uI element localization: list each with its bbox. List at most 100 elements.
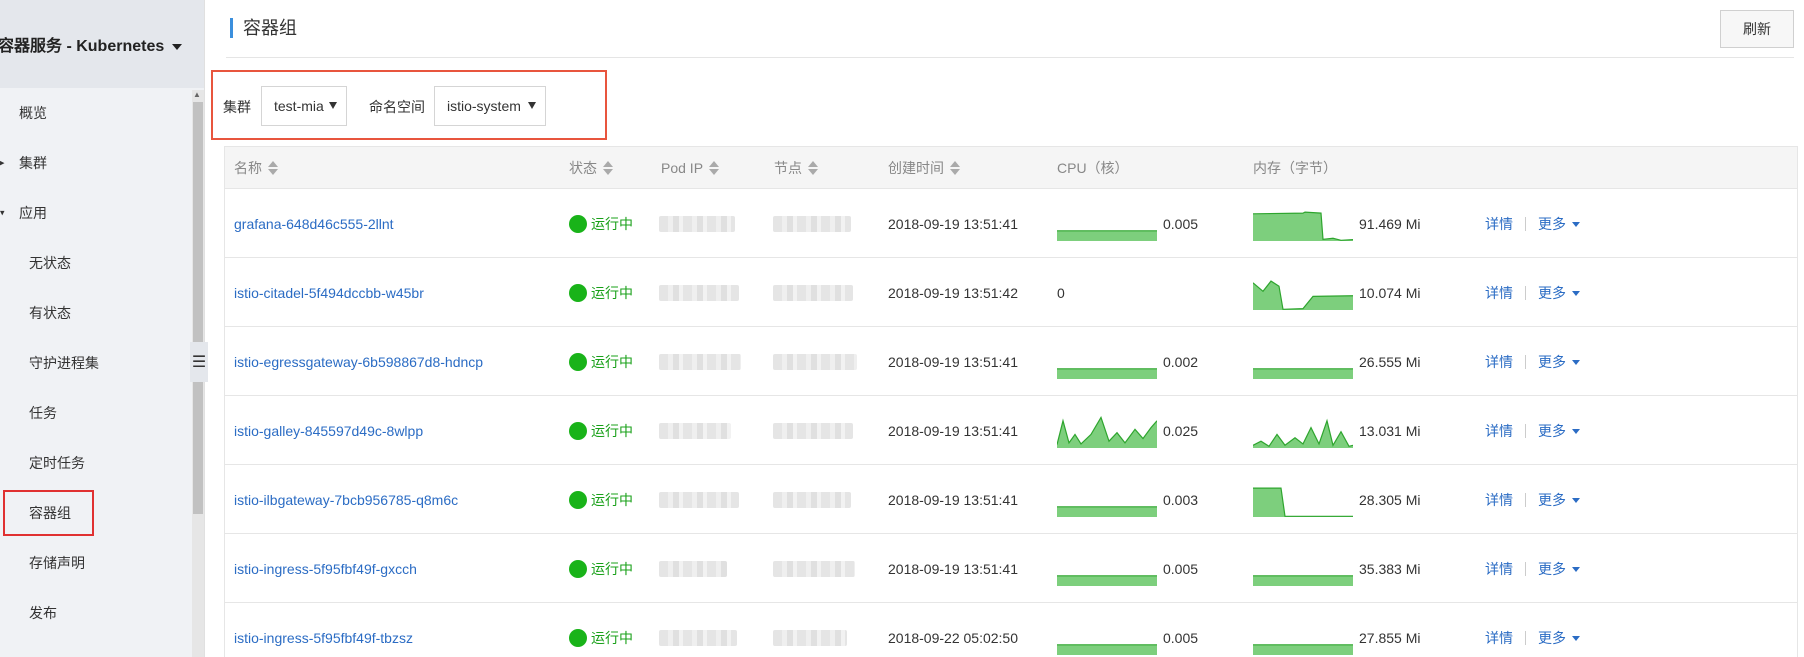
col-created[interactable]: 创建时间 bbox=[888, 147, 960, 189]
memory-cell: 27.855 Mi bbox=[1253, 603, 1420, 657]
detail-link[interactable]: 详情 bbox=[1485, 559, 1513, 579]
sidebar-item[interactable]: 无状态 bbox=[0, 238, 204, 288]
sidebar-item[interactable]: 概览 bbox=[0, 88, 204, 138]
scroll-thumb[interactable] bbox=[193, 102, 203, 514]
sort-icon[interactable] bbox=[268, 160, 278, 175]
detail-link[interactable]: 详情 bbox=[1485, 490, 1513, 510]
cpu-value: 0.005 bbox=[1163, 560, 1199, 577]
pod-ip-cell bbox=[659, 534, 727, 603]
status-running-icon bbox=[569, 628, 587, 647]
pod-ip-cell bbox=[659, 327, 741, 396]
more-menu[interactable]: 更多 bbox=[1538, 283, 1580, 303]
detail-link[interactable]: 详情 bbox=[1485, 283, 1513, 303]
main-content: 容器组 刷新 集群 test-mia 命名空间 istio-system 名称 … bbox=[206, 0, 1804, 657]
more-menu[interactable]: 更多 bbox=[1538, 421, 1580, 441]
col-node[interactable]: 节点 bbox=[774, 147, 818, 189]
pod-name-link[interactable]: istio-citadel-5f494dccbb-w45br bbox=[234, 285, 424, 301]
detail-link[interactable]: 详情 bbox=[1485, 421, 1513, 441]
table-row: istio-egressgateway-6b598867d8-hdncp 运行中 2… bbox=[225, 327, 1797, 396]
sidebar-item[interactable]: 发布 bbox=[0, 588, 204, 638]
more-menu[interactable]: 更多 bbox=[1538, 214, 1580, 234]
memory-value: 10.074 Mi bbox=[1359, 284, 1421, 301]
memory-cell: 10.074 Mi bbox=[1253, 258, 1420, 327]
more-label: 更多 bbox=[1538, 215, 1566, 232]
cpu-cell: 0.005 bbox=[1057, 534, 1198, 603]
sidebar-item-label: 应用 bbox=[19, 205, 47, 221]
status-running-icon bbox=[569, 490, 587, 509]
sort-icon[interactable] bbox=[709, 160, 720, 175]
detail-link[interactable]: 详情 bbox=[1485, 214, 1513, 234]
chevron-down-icon bbox=[1572, 429, 1580, 435]
sparkline-area bbox=[1253, 575, 1353, 586]
more-menu[interactable]: 更多 bbox=[1538, 628, 1580, 648]
pod-name-cell: grafana-648d46c555-2llnt bbox=[234, 189, 394, 258]
more-menu[interactable]: 更多 bbox=[1538, 490, 1580, 510]
product-switcher[interactable]: 容器服务 - Kubernetes bbox=[0, 32, 183, 56]
sidebar-item-label: 发布 bbox=[29, 605, 57, 621]
sidebar-item[interactable]: 守护进程集 bbox=[0, 338, 204, 388]
sort-icon[interactable] bbox=[950, 160, 960, 175]
action-divider bbox=[1525, 285, 1526, 300]
action-divider bbox=[1525, 492, 1526, 507]
status-text: 运行中 bbox=[591, 491, 633, 508]
pod-name-link[interactable]: istio-egressgateway-6b598867d8-hdncp bbox=[234, 354, 483, 370]
col-status[interactable]: 状态 bbox=[569, 147, 613, 189]
sort-icon[interactable] bbox=[808, 160, 818, 175]
namespace-select[interactable]: istio-system bbox=[434, 86, 546, 126]
more-menu[interactable]: 更多 bbox=[1538, 352, 1580, 372]
sidebar-item[interactable]: 容器组 bbox=[0, 488, 204, 538]
status-cell: 运行中 bbox=[569, 258, 633, 327]
cluster-select[interactable]: test-mia bbox=[261, 86, 347, 126]
created-time-cell: 2018-09-19 13:51:42 bbox=[888, 284, 1018, 301]
more-menu[interactable]: 更多 bbox=[1538, 559, 1580, 579]
sidebar-header[interactable]: 容器服务 - Kubernetes bbox=[0, 0, 204, 88]
status-running-icon bbox=[569, 214, 587, 233]
sort-icon[interactable] bbox=[603, 160, 613, 175]
redacted-node bbox=[773, 284, 853, 301]
table-row: istio-ingress-5f95fbf49f-gxcch 运行中 2018-09… bbox=[225, 534, 1797, 603]
pod-name-link[interactable]: istio-ilbgateway-7bcb956785-q8m6c bbox=[234, 492, 458, 508]
redacted-pod-ip bbox=[659, 491, 739, 508]
pod-name-cell: istio-ilbgateway-7bcb956785-q8m6c bbox=[234, 465, 458, 534]
memory-cell: 91.469 Mi bbox=[1253, 189, 1420, 258]
pod-name-link[interactable]: istio-galley-845597d49c-8wlpp bbox=[234, 423, 423, 439]
node-cell bbox=[773, 189, 851, 258]
pod-name-link[interactable]: istio-ingress-5f95fbf49f-gxcch bbox=[234, 561, 417, 577]
detail-link[interactable]: 详情 bbox=[1485, 352, 1513, 372]
memory-value: 27.855 Mi bbox=[1359, 629, 1421, 646]
sparkline-area bbox=[1057, 368, 1157, 379]
table-row: grafana-648d46c555-2llnt 运行中 2018-09-19 13… bbox=[225, 189, 1797, 258]
col-pod-ip[interactable]: Pod IP bbox=[661, 147, 720, 189]
status-cell: 运行中 bbox=[569, 465, 633, 534]
detail-link[interactable]: 详情 bbox=[1485, 628, 1513, 648]
action-divider bbox=[1525, 423, 1526, 438]
namespace-label: 命名空间 bbox=[369, 99, 425, 115]
sidebar-item[interactable]: ▸ 集群 bbox=[0, 138, 204, 188]
actions-cell: 详情 更多 bbox=[1485, 396, 1580, 465]
pod-name-link[interactable]: grafana-648d46c555-2llnt bbox=[234, 216, 394, 232]
redacted-node bbox=[773, 491, 851, 508]
more-label: 更多 bbox=[1538, 629, 1566, 646]
memory-cell: 13.031 Mi bbox=[1253, 396, 1420, 465]
cpu-value: 0.003 bbox=[1163, 491, 1199, 508]
sidebar-item[interactable]: ▾ 应用 bbox=[0, 188, 204, 238]
created-time-cell: 2018-09-19 13:51:41 bbox=[888, 353, 1018, 370]
memory-cell: 28.305 Mi bbox=[1253, 465, 1420, 534]
pod-ip-cell bbox=[659, 603, 737, 657]
sidebar-item[interactable]: 任务 bbox=[0, 388, 204, 438]
pod-ip-cell bbox=[659, 258, 739, 327]
status-cell: 运行中 bbox=[569, 534, 633, 603]
pod-name-link[interactable]: istio-ingress-5f95fbf49f-tbzsz bbox=[234, 630, 413, 646]
refresh-button[interactable]: 刷新 bbox=[1720, 10, 1794, 48]
col-name[interactable]: 名称 bbox=[234, 147, 278, 189]
status-cell: 运行中 bbox=[569, 603, 633, 657]
sidebar-item[interactable]: 定时任务 bbox=[0, 438, 204, 488]
sidebar-item-label: 守护进程集 bbox=[29, 355, 99, 371]
scroll-up-icon[interactable]: ▲ bbox=[193, 90, 201, 99]
cluster-label: 集群 bbox=[223, 99, 251, 115]
status-text: 运行中 bbox=[591, 629, 633, 646]
sidebar-item[interactable]: 存储声明 bbox=[0, 538, 204, 588]
sidebar-item[interactable]: 有状态 bbox=[0, 288, 204, 338]
pod-table: 名称 状态 Pod IP 节点 创建时间 CPU（核） 内存（字节） grafa… bbox=[224, 146, 1798, 657]
usage-sparkline bbox=[1057, 574, 1157, 586]
